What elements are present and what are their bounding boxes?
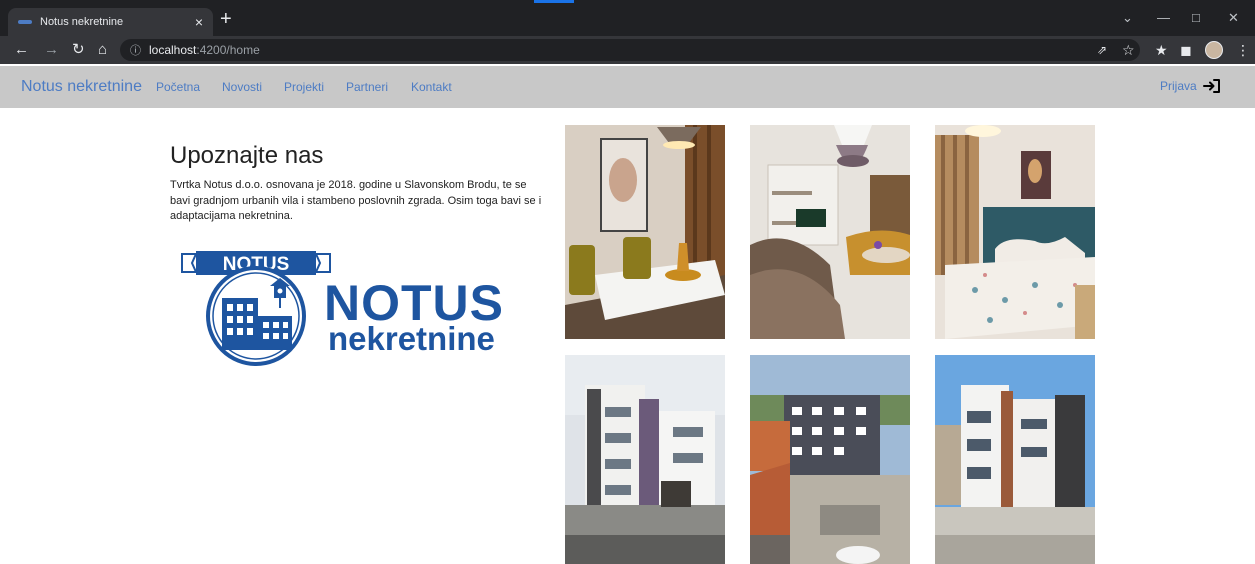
close-window-icon[interactable]: ✕ [1228,11,1239,24]
star-icon[interactable]: ☆ [1122,41,1135,59]
url-path: :4200/home [196,43,260,57]
share-icon[interactable]: ⇗ [1097,41,1107,59]
nav-link-projekti[interactable]: Projekti [284,80,324,94]
about-text: Tvrtka Notus d.o.o. osnovana je 2018. go… [170,179,542,222]
login-button[interactable]: Prijava [1160,78,1221,94]
home-icon[interactable]: ⌂ [98,41,107,59]
app-navbar: Notus nekretnine Početna Novosti Projekt… [0,66,1255,108]
gallery-photo-bedroom [935,125,1095,339]
nav-link-novosti[interactable]: Novosti [222,80,262,94]
logo-sub: nekretnine [328,320,495,357]
menu-icon[interactable]: ⋮ [1236,41,1250,59]
about-title: Upoznajte nas [170,142,324,169]
nav-link-kontakt[interactable]: Kontakt [411,80,452,94]
gallery-photo-building-2 [750,355,910,564]
gallery-photo-living-room [750,125,910,339]
gallery-photo-dining [565,125,725,339]
minimize-icon[interactable]: — [1157,11,1170,24]
company-logo: NOTUS NOTUS nekretnine [181,251,503,366]
gallery-photo-building-1 [565,355,725,564]
brand-link[interactable]: Notus nekretnine [21,78,142,96]
new-tab-button[interactable]: + [220,9,232,29]
tab-close-button[interactable]: × [195,15,203,29]
tab-title: Notus nekretnine [40,16,124,28]
browser-tab[interactable]: Notus nekretnine × [8,8,213,36]
reload-icon[interactable]: ↻ [72,41,85,59]
browser-titlebar: Notus nekretnine × + ⌄ — □ ✕ [0,0,1255,36]
nav-link-partneri[interactable]: Partneri [346,80,388,94]
browser-toolbar: ← → ↻ ⌂ ⓘ localhost :4200/home ⇗ ☆ ★ ◼ ⋮ [0,36,1255,64]
extensions-icon[interactable]: ★ [1155,41,1168,59]
maximize-icon[interactable]: □ [1192,11,1200,24]
top-indicator [534,0,574,3]
tab-search-icon[interactable]: ⌄ [1122,11,1133,24]
profile-icon[interactable] [1205,41,1223,59]
nav-link-pocetna[interactable]: Početna [156,80,200,94]
forward-icon[interactable]: → [44,41,59,59]
address-input[interactable]: ⓘ localhost :4200/home [120,39,1140,61]
gallery-photo-building-3 [935,355,1095,564]
login-label: Prijava [1160,79,1197,93]
sidepanel-icon[interactable]: ◼ [1180,41,1192,59]
back-icon[interactable]: ← [14,41,29,59]
favicon-icon [18,20,32,24]
url-host: localhost [149,43,197,57]
login-icon [1202,79,1220,93]
info-icon[interactable]: ⓘ [130,42,141,58]
